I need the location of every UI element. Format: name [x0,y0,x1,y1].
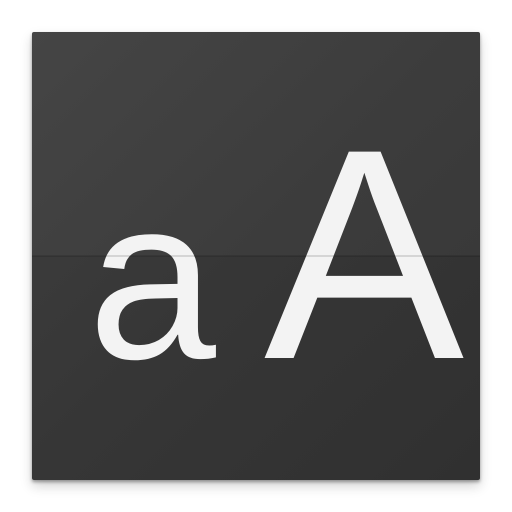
uppercase-letter: A [264,86,466,422]
icon-fold-line [32,255,480,257]
lowercase-letter: a [88,150,216,407]
app-icon-tile: a A [32,32,480,480]
